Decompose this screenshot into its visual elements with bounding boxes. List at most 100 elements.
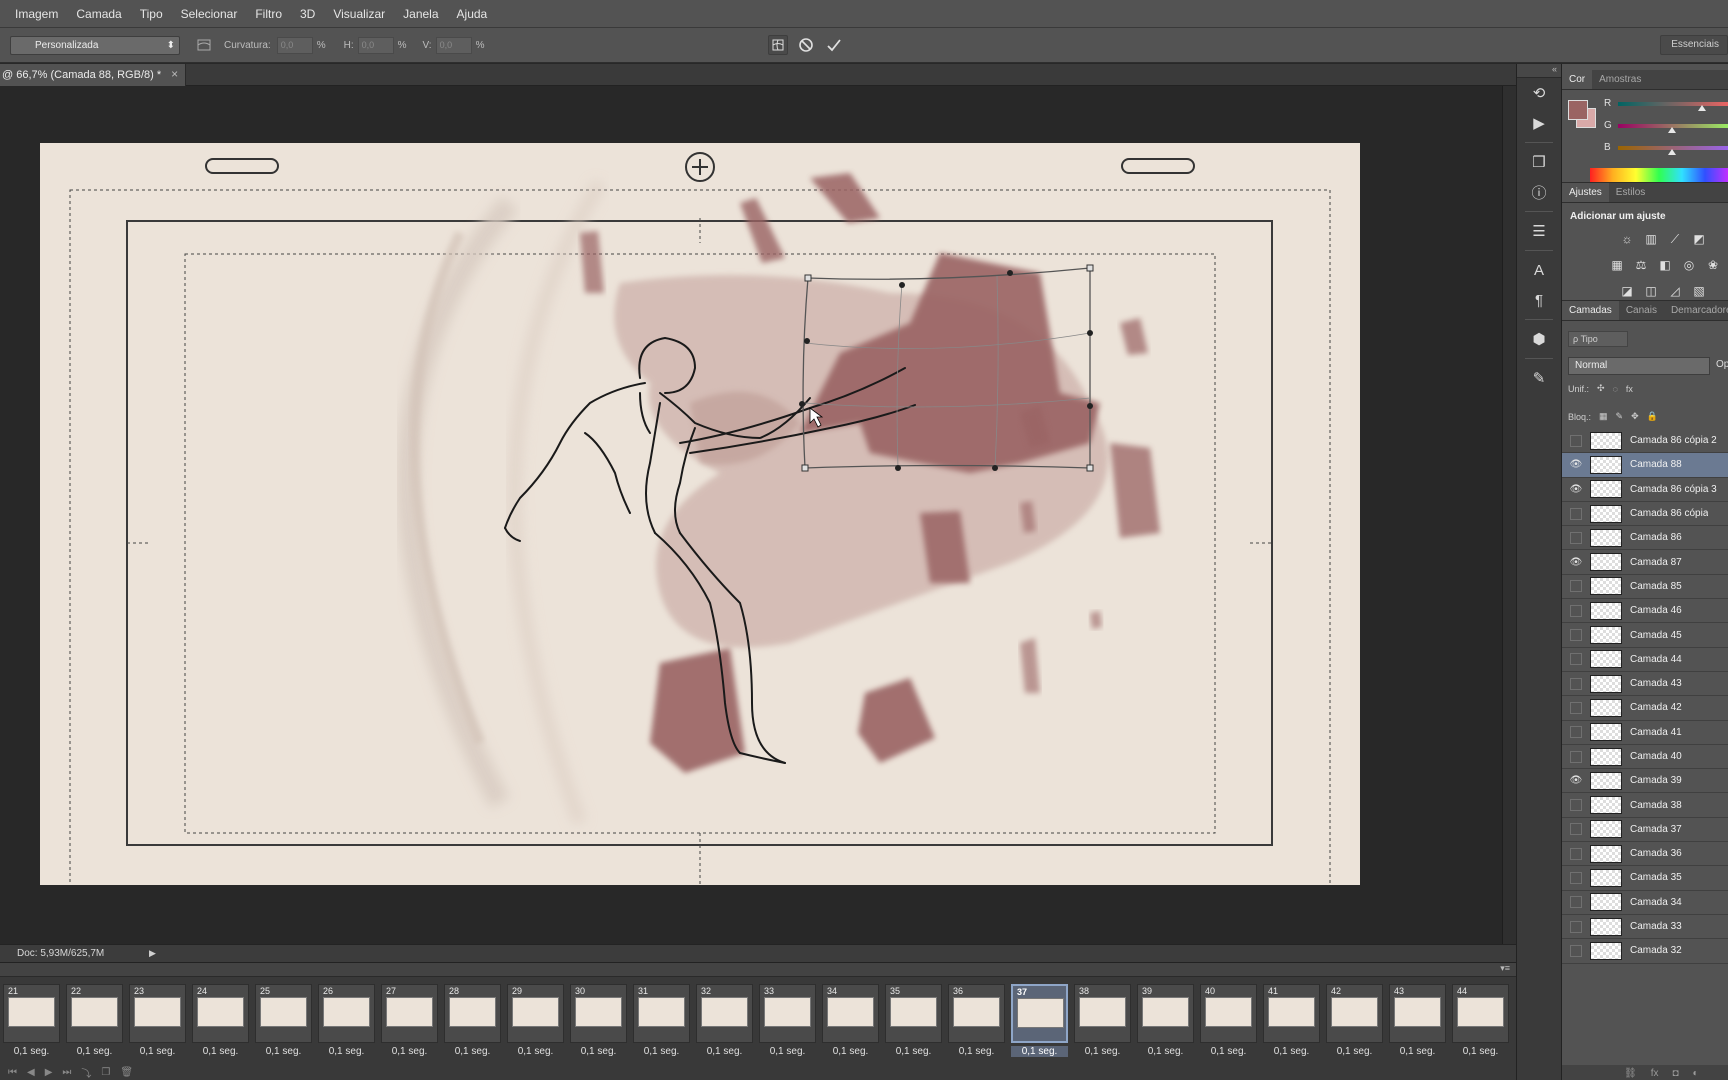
frame-delay-select[interactable]: 0,1 seg. bbox=[885, 1046, 942, 1057]
frame-delay-select[interactable]: 0,1 seg. bbox=[1389, 1046, 1446, 1057]
document-tab[interactable]: @ 66,7% (Camada 88, RGB/8) * × bbox=[0, 64, 187, 86]
brush-presets-icon[interactable]: ✎ bbox=[1523, 363, 1555, 393]
layer-row[interactable]: 👁 Camada 39 bbox=[1562, 769, 1728, 794]
foreground-color-swatch[interactable] bbox=[1568, 100, 1588, 120]
levels-icon[interactable]: ▥ bbox=[1642, 231, 1660, 247]
eye-icon[interactable]: 👁 bbox=[1562, 459, 1590, 470]
timeline-frame[interactable]: 25 0,1 seg. bbox=[252, 984, 315, 1062]
frame-box[interactable]: 29 bbox=[507, 984, 564, 1043]
add-mask-icon[interactable]: ◘ bbox=[1672, 1068, 1678, 1079]
frame-delay-select[interactable]: 0,1 seg. bbox=[1011, 1046, 1068, 1057]
timeline-frame[interactable]: 36 0,1 seg. bbox=[945, 984, 1008, 1062]
frame-box[interactable]: 28 bbox=[444, 984, 501, 1043]
timeline-frame[interactable]: 42 0,1 seg. bbox=[1323, 984, 1386, 1062]
timeline-frame[interactable]: 29 0,1 seg. bbox=[504, 984, 567, 1062]
tab-demarcadores[interactable]: Demarcadores bbox=[1664, 301, 1728, 320]
frame-box[interactable]: 33 bbox=[759, 984, 816, 1043]
frame-delay-select[interactable]: 0,1 seg. bbox=[570, 1046, 627, 1057]
tab-camadas[interactable]: Camadas bbox=[1562, 301, 1619, 320]
layer-row[interactable]: Camada 86 cópia 2 bbox=[1562, 429, 1728, 454]
layer-row[interactable]: Camada 32 bbox=[1562, 939, 1728, 964]
unify-style-icon[interactable]: fx bbox=[1626, 384, 1633, 394]
frame-delay-select[interactable]: 0,1 seg. bbox=[1200, 1046, 1257, 1057]
channel-r[interactable]: R bbox=[1604, 98, 1728, 112]
layer-row[interactable]: Camada 37 bbox=[1562, 818, 1728, 843]
frame-box[interactable]: 35 bbox=[885, 984, 942, 1043]
frame-box[interactable]: 42 bbox=[1326, 984, 1383, 1043]
visibility-toggle[interactable] bbox=[1570, 677, 1582, 690]
layer-row[interactable]: Camada 40 bbox=[1562, 745, 1728, 770]
vibrance-icon[interactable]: ▦ bbox=[1608, 257, 1626, 273]
frame-delay-select[interactable]: 0,1 seg. bbox=[948, 1046, 1005, 1057]
lock-all-icon[interactable]: 🔒 bbox=[1647, 411, 1658, 422]
timeline-frame[interactable]: 41 0,1 seg. bbox=[1260, 984, 1323, 1062]
first-frame-icon[interactable]: ⏮ bbox=[8, 1067, 17, 1078]
visibility-toggle[interactable] bbox=[1570, 847, 1582, 860]
menu-janela[interactable]: Janela bbox=[394, 7, 447, 21]
layer-row[interactable]: Camada 86 cópia bbox=[1562, 502, 1728, 527]
timeline-frame[interactable]: 21 0,1 seg. bbox=[0, 984, 63, 1062]
layer-row[interactable]: Camada 41 bbox=[1562, 721, 1728, 745]
frame-delay-select[interactable]: 0,1 seg. bbox=[507, 1046, 564, 1057]
character-icon[interactable]: A bbox=[1523, 255, 1555, 285]
frame-box[interactable]: 23 bbox=[129, 984, 186, 1043]
curvature-field[interactable]: 0,0 bbox=[276, 36, 313, 54]
layer-style-icon[interactable]: fx bbox=[1651, 1068, 1659, 1079]
layer-filter-select[interactable]: ρ Tipo bbox=[1568, 331, 1628, 347]
timeline-frame[interactable]: 34 0,1 seg. bbox=[819, 984, 882, 1062]
timeline-frame[interactable]: 26 0,1 seg. bbox=[315, 984, 378, 1062]
curves-icon[interactable]: ⟋ bbox=[1666, 231, 1684, 247]
exposure-icon[interactable]: ◩ bbox=[1690, 231, 1708, 247]
frame-box[interactable]: 34 bbox=[822, 984, 879, 1043]
timeline-frame[interactable]: 28 0,1 seg. bbox=[441, 984, 504, 1062]
history-icon[interactable]: ⟲ bbox=[1523, 78, 1555, 108]
timeline-frame[interactable]: 40 0,1 seg. bbox=[1197, 984, 1260, 1062]
black-white-icon[interactable]: ◧ bbox=[1656, 257, 1674, 273]
visibility-toggle[interactable] bbox=[1570, 604, 1582, 617]
layer-row[interactable]: Camada 38 bbox=[1562, 793, 1728, 818]
frame-delay-select[interactable]: 0,1 seg. bbox=[129, 1046, 186, 1057]
close-icon[interactable]: × bbox=[171, 67, 178, 81]
frame-box[interactable]: 24 bbox=[192, 984, 249, 1043]
visibility-toggle[interactable] bbox=[1570, 750, 1582, 763]
layer-row[interactable]: Camada 33 bbox=[1562, 915, 1728, 940]
menu-camada[interactable]: Camada bbox=[67, 7, 130, 21]
eye-icon[interactable]: 👁 bbox=[1562, 557, 1590, 568]
frame-box[interactable]: 25 bbox=[255, 984, 312, 1043]
frame-box[interactable]: 21 bbox=[3, 984, 60, 1043]
frame-delay-select[interactable]: 0,1 seg. bbox=[1452, 1046, 1509, 1057]
lock-pixels-icon[interactable]: ▦ bbox=[1599, 411, 1608, 422]
frame-box[interactable]: 39 bbox=[1137, 984, 1194, 1043]
eye-icon[interactable]: 👁 bbox=[1562, 484, 1590, 495]
info-icon[interactable]: ⓘ bbox=[1523, 177, 1555, 207]
menu-imagem[interactable]: Imagem bbox=[6, 7, 67, 21]
timeline-frame[interactable]: 38 0,1 seg. bbox=[1071, 984, 1134, 1062]
frame-box[interactable]: 32 bbox=[696, 984, 753, 1043]
timeline-frame[interactable]: 37 0,1 seg. bbox=[1008, 984, 1071, 1062]
gradient-map-icon[interactable]: ▧ bbox=[1690, 283, 1708, 299]
channel-b-thumb[interactable] bbox=[1668, 149, 1676, 155]
channel-r-thumb[interactable] bbox=[1698, 105, 1706, 111]
h-field[interactable]: 0,0 bbox=[357, 36, 394, 54]
collapse-icon[interactable]: « bbox=[1517, 64, 1561, 78]
visibility-toggle[interactable] bbox=[1570, 507, 1582, 520]
tab-canais[interactable]: Canais bbox=[1619, 301, 1664, 320]
eye-icon[interactable]: 👁 bbox=[1562, 775, 1590, 786]
canvas-area[interactable] bbox=[0, 86, 1502, 944]
frame-delay-select[interactable]: 0,1 seg. bbox=[381, 1046, 438, 1057]
play-arrow-icon[interactable]: ▶ bbox=[149, 948, 156, 959]
play-icon[interactable]: ▶ bbox=[45, 1067, 53, 1078]
threshold-icon[interactable]: ◿ bbox=[1666, 283, 1684, 299]
frame-delay-select[interactable]: 0,1 seg. bbox=[1326, 1046, 1383, 1057]
layer-row[interactable]: Camada 36 bbox=[1562, 842, 1728, 867]
visibility-toggle[interactable] bbox=[1570, 653, 1582, 666]
next-frame-icon[interactable]: ⏭ bbox=[62, 1067, 71, 1078]
workspace-button[interactable]: Essenciais bbox=[1660, 35, 1728, 55]
frame-box[interactable]: 36 bbox=[948, 984, 1005, 1043]
layer-row[interactable]: 👁 Camada 87 bbox=[1562, 550, 1728, 575]
tab-cor[interactable]: Cor bbox=[1562, 70, 1593, 89]
frame-delay-select[interactable]: 0,1 seg. bbox=[444, 1046, 501, 1057]
layer-row[interactable]: Camada 42 bbox=[1562, 696, 1728, 721]
visibility-toggle[interactable] bbox=[1570, 531, 1582, 544]
frame-box[interactable]: 30 bbox=[570, 984, 627, 1043]
